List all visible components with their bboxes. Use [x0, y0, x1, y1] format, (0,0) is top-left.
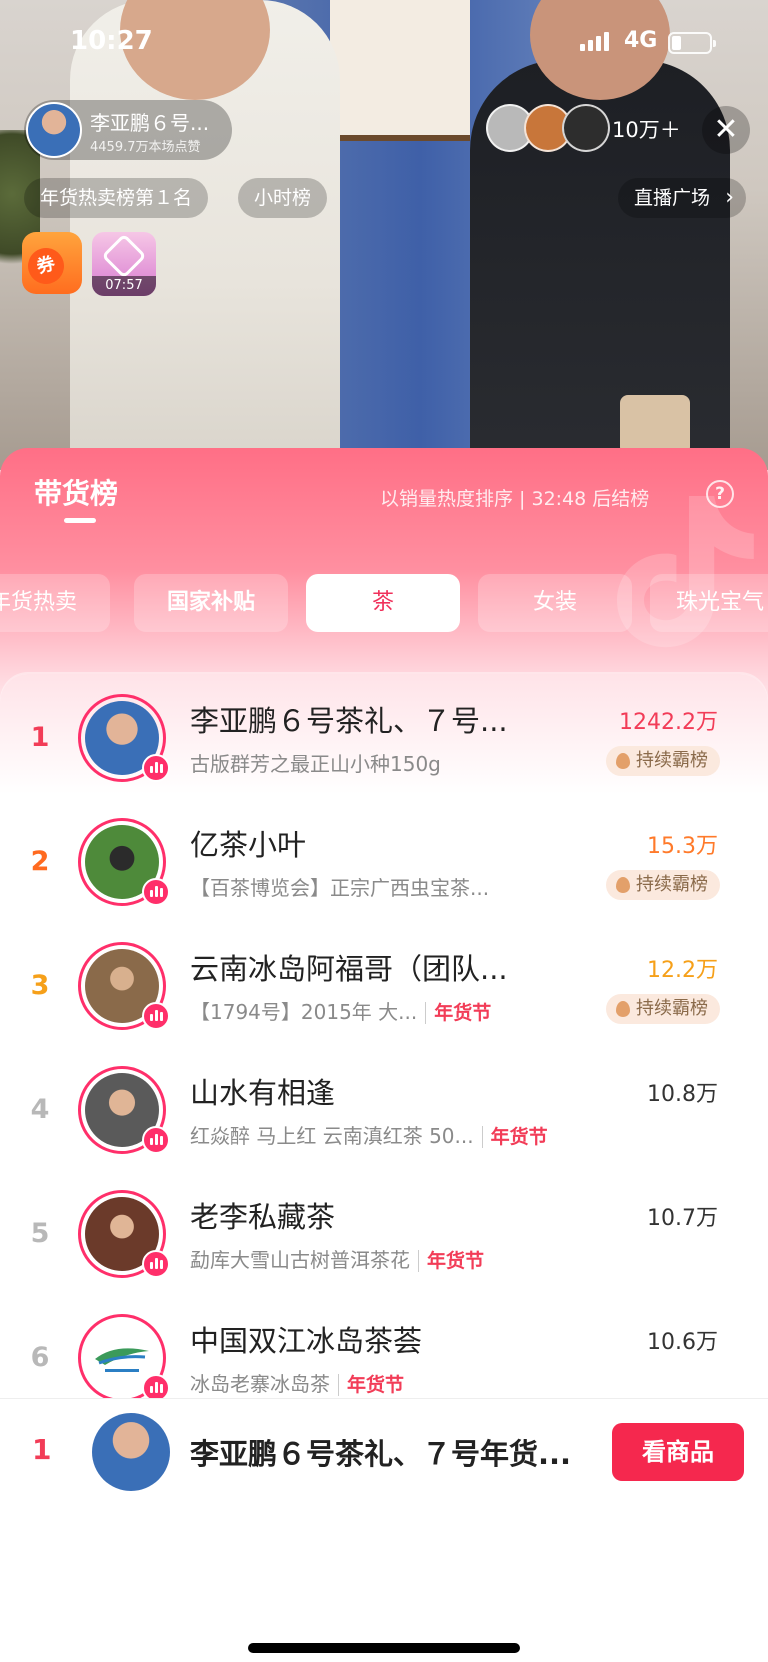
flame-icon	[616, 1001, 630, 1017]
sales-value: 15.3万	[647, 834, 718, 859]
sales-value: 10.6万	[647, 1330, 718, 1355]
tab-womens-clothing[interactable]: 女装	[478, 574, 632, 632]
live-plaza-label: 直播广场	[634, 187, 711, 209]
status-time: 10:27	[70, 26, 153, 56]
chevron-right-icon: ›	[725, 185, 735, 210]
battery-icon	[668, 32, 716, 54]
host-name: 李亚鹏６号...	[90, 111, 210, 135]
live-indicator-icon	[142, 1250, 170, 1278]
new-year-festival-tag: 年货节	[481, 1126, 548, 1148]
panel-title[interactable]: 带货榜	[34, 472, 118, 512]
tab-tea[interactable]: 茶	[306, 574, 460, 632]
viewer-avatar	[562, 104, 610, 152]
current-streamer-bar[interactable]: 1 李亚鹏６号茶礼、７号年货... 看商品	[0, 1398, 768, 1662]
gift-box-icon[interactable]: 07:57	[92, 232, 156, 296]
live-plaza-chip[interactable]: 直播广场 ›	[618, 178, 747, 218]
current-streamer-name: 李亚鹏６号茶礼、７号年货...	[190, 1437, 572, 1471]
status-badge: 持续霸榜	[606, 870, 720, 900]
status-badge: 持续霸榜	[606, 746, 720, 776]
gift-timer: 07:57	[92, 276, 156, 296]
rank-number: 2	[30, 846, 50, 877]
ranking-row[interactable]: 5 老李私藏茶 勐库大雪山古树普洱茶花 年货节 10.7万	[0, 1190, 768, 1320]
product-name: 【百茶博览会】正宗广西虫宝茶...	[190, 876, 490, 900]
ranking-row[interactable]: 3 云南冰岛阿福哥（团队... 【1794号】2015年 大... 年货节 12.…	[0, 942, 768, 1072]
live-indicator-icon	[142, 1126, 170, 1154]
coupon-label: 券	[23, 243, 69, 289]
rank-chip[interactable]: 年货热卖榜第１名	[24, 178, 209, 218]
flame-icon	[616, 877, 630, 893]
product-name: 勐库大雪山古树普洱茶花 年货节	[190, 1248, 485, 1272]
host-likes: 4459.7万本场点赞	[90, 140, 201, 155]
status-bar: 10:27 4G	[0, 22, 768, 66]
rank-number: 5	[30, 1218, 50, 1249]
live-indicator-icon	[142, 1002, 170, 1030]
live-indicator-icon	[142, 754, 170, 782]
flame-icon	[616, 753, 630, 769]
tab-new-year-hot[interactable]: 年货热卖	[0, 574, 110, 632]
current-streamer-avatar[interactable]	[92, 1413, 170, 1491]
new-year-festival-tag: 年货节	[338, 1374, 405, 1396]
ranking-row[interactable]: 4 山水有相逢 红焱醉 马上红 云南滇红茶 50... 年货节 10.8万	[0, 1066, 768, 1196]
live-indicator-icon	[142, 878, 170, 906]
gift-shape	[101, 233, 147, 279]
video-shelf-board	[330, 135, 470, 141]
streamer-name: 亿茶小叶	[190, 828, 307, 862]
streamer-name: 山水有相逢	[190, 1076, 336, 1110]
sales-value: 1242.2万	[619, 710, 718, 735]
product-name: 红焱醉 马上红 云南滇红茶 50... 年货节	[190, 1124, 548, 1148]
tab-jewelry[interactable]: 珠光宝气	[650, 574, 768, 632]
new-year-festival-tag: 年货节	[425, 1002, 492, 1024]
status-badge: 持续霸榜	[606, 994, 720, 1024]
view-products-button[interactable]: 看商品	[612, 1423, 744, 1481]
sales-value: 10.8万	[647, 1082, 718, 1107]
new-year-festival-tag: 年货节	[418, 1250, 485, 1272]
close-button[interactable]: ✕	[702, 106, 750, 154]
viewer-count[interactable]: 10万＋	[612, 114, 681, 144]
sales-value: 10.7万	[647, 1206, 718, 1231]
ranking-row[interactable]: 2 亿茶小叶 【百茶博览会】正宗广西虫宝茶... 15.3万 持续霸榜	[0, 818, 768, 948]
network-type: 4G	[624, 28, 658, 53]
home-indicator[interactable]	[248, 1643, 520, 1653]
ranking-list: 1 李亚鹏６号茶礼、７号... 古版群芳之最正山小种150g 1242.2万 持…	[0, 674, 768, 1434]
help-icon[interactable]: ?	[706, 480, 734, 508]
ranking-row[interactable]: 1 李亚鹏６号茶礼、７号... 古版群芳之最正山小种150g 1242.2万 持…	[0, 694, 768, 824]
rank-number: 6	[30, 1342, 50, 1373]
video-shelf	[330, 0, 470, 140]
video-product-box	[620, 395, 690, 455]
panel-title-indicator	[64, 518, 96, 523]
rank-number: 1	[30, 722, 50, 753]
rank-number: 3	[30, 970, 50, 1001]
viewer-avatars[interactable]	[486, 104, 610, 152]
signal-icon	[580, 32, 609, 51]
current-rank-number: 1	[32, 1433, 52, 1466]
product-name: 冰岛老寨冰岛茶 年货节	[190, 1372, 405, 1396]
tab-national-subsidy[interactable]: 国家补贴	[134, 574, 288, 632]
streamer-name: 老李私藏茶	[190, 1200, 336, 1234]
sales-value: 12.2万	[647, 958, 718, 983]
rank-number: 4	[30, 1094, 50, 1125]
streamer-name: 中国双江冰岛茶荟	[190, 1324, 423, 1358]
host-info[interactable]: 李亚鹏６号... 4459.7万本场点赞	[24, 100, 232, 160]
product-name: 古版群芳之最正山小种150g	[190, 752, 441, 776]
product-name: 【1794号】2015年 大... 年货节	[190, 1000, 492, 1024]
ranking-description: 以销量热度排序 | 32:48 后结榜	[380, 488, 650, 510]
coupon-icon[interactable]: 券	[22, 232, 82, 294]
category-tabs: 年货热卖 国家补贴 茶 女装 珠光宝气	[0, 574, 768, 632]
host-avatar[interactable]	[26, 102, 82, 158]
streamer-name: 李亚鹏６号茶礼、７号...	[190, 704, 508, 738]
streamer-name: 云南冰岛阿福哥（团队...	[190, 952, 508, 986]
hourly-chart-chip[interactable]: 小时榜	[238, 178, 328, 218]
